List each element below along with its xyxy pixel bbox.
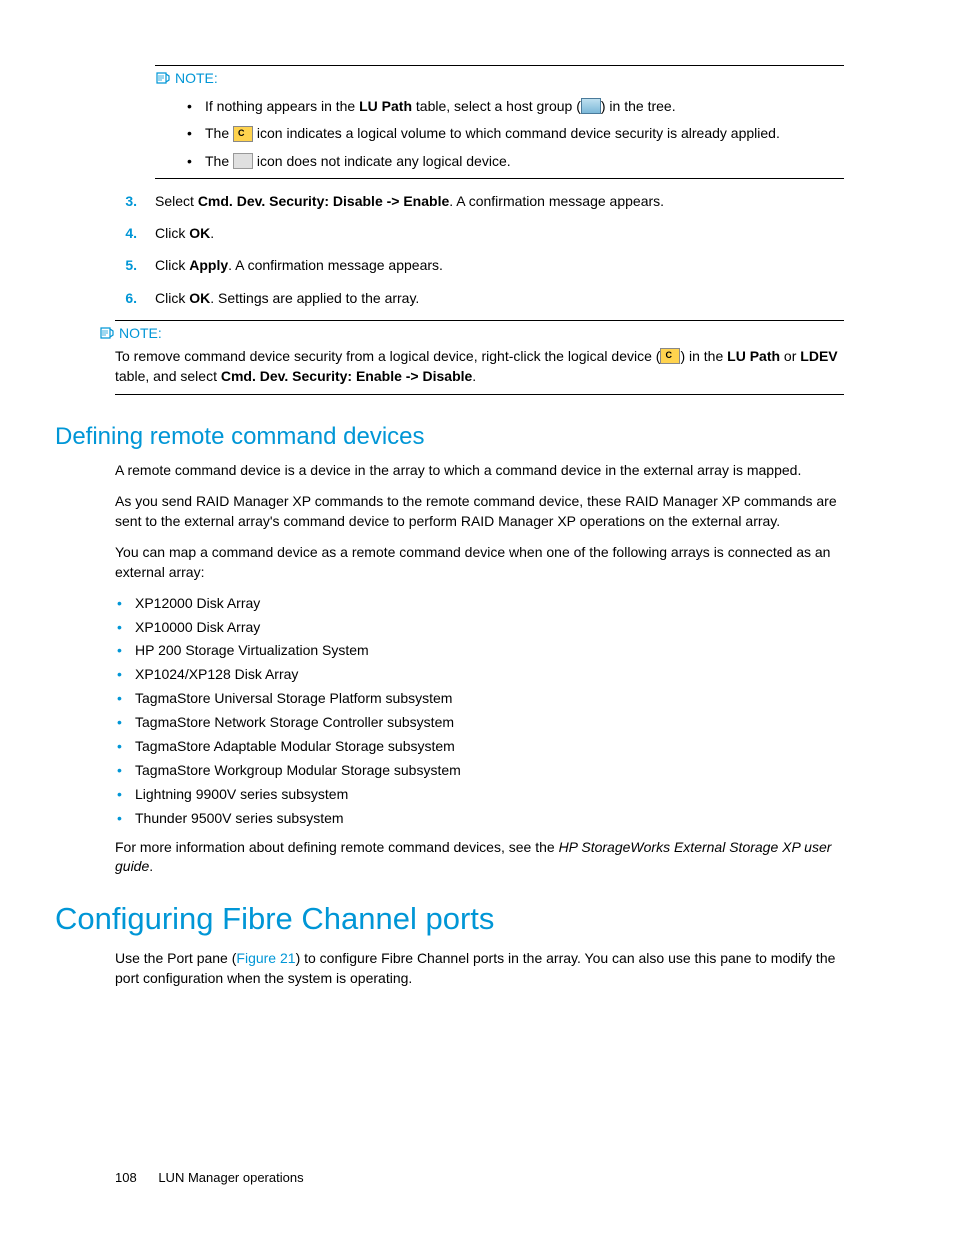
paragraph: For more information about defining remo…: [115, 838, 844, 878]
note-bullet: The icon indicates a logical volume to w…: [187, 123, 844, 143]
step-number: 3.: [115, 191, 137, 211]
blank-device-icon: [233, 153, 253, 169]
list-item: TagmaStore Network Storage Controller su…: [115, 713, 844, 732]
heading-configuring-fibre: Configuring Fibre Channel ports: [55, 901, 844, 937]
step-number: 4.: [115, 223, 137, 243]
paragraph: A remote command device is a device in t…: [115, 461, 844, 481]
note-label: NOTE:: [155, 70, 218, 86]
procedure-steps: 3. Select Cmd. Dev. Security: Disable ->…: [115, 191, 844, 308]
list-item: Lightning 9900V series subsystem: [115, 785, 844, 804]
list-item: TagmaStore Workgroup Modular Storage sub…: [115, 761, 844, 780]
note-label-text: NOTE:: [119, 325, 162, 341]
step: 4. Click OK.: [115, 223, 844, 243]
step-number: 6.: [115, 288, 137, 308]
note-box-2: NOTE: To remove command device security …: [99, 320, 844, 395]
note-bullets: If nothing appears in the LU Path table,…: [187, 96, 844, 171]
step-number: 5.: [115, 255, 137, 275]
divider: [115, 320, 844, 321]
array-list: XP12000 Disk Array XP10000 Disk Array HP…: [115, 594, 844, 828]
step: 3. Select Cmd. Dev. Security: Disable ->…: [115, 191, 844, 211]
list-item: XP1024/XP128 Disk Array: [115, 665, 844, 684]
divider: [115, 394, 844, 395]
step: 5. Click Apply. A confirmation message a…: [115, 255, 844, 275]
note-label-text: NOTE:: [175, 70, 218, 86]
page-footer: 108 LUN Manager operations: [115, 1170, 304, 1185]
heading-defining-remote: Defining remote command devices: [55, 423, 844, 451]
paragraph: You can map a command device as a remote…: [115, 543, 844, 583]
divider: [155, 178, 844, 179]
page-number: 108: [115, 1170, 137, 1185]
paragraph: Use the Port pane (Figure 21) to configu…: [115, 949, 844, 989]
list-item: Thunder 9500V series subsystem: [115, 809, 844, 828]
step: 6. Click OK. Settings are applied to the…: [115, 288, 844, 308]
footer-title: LUN Manager operations: [158, 1170, 303, 1185]
note-body: To remove command device security from a…: [115, 347, 844, 386]
page: NOTE: If nothing appears in the LU Path …: [0, 0, 954, 1235]
list-item: TagmaStore Adaptable Modular Storage sub…: [115, 737, 844, 756]
cmd-dev-security-icon: [660, 348, 680, 364]
note-icon: [99, 326, 115, 340]
cmd-dev-security-icon: [233, 126, 253, 142]
list-item: HP 200 Storage Virtualization System: [115, 641, 844, 660]
figure-link[interactable]: Figure 21: [236, 950, 295, 966]
list-item: TagmaStore Universal Storage Platform su…: [115, 689, 844, 708]
note-label: NOTE:: [99, 325, 162, 341]
note-box-1: NOTE: If nothing appears in the LU Path …: [155, 65, 844, 179]
note-bullet: The icon does not indicate any logical d…: [187, 151, 844, 171]
list-item: XP10000 Disk Array: [115, 618, 844, 637]
hostgroup-icon: [581, 98, 601, 114]
list-item: XP12000 Disk Array: [115, 594, 844, 613]
divider: [155, 65, 844, 66]
note-bullet: If nothing appears in the LU Path table,…: [187, 96, 844, 116]
paragraph: As you send RAID Manager XP commands to …: [115, 492, 844, 532]
note-icon: [155, 71, 171, 85]
